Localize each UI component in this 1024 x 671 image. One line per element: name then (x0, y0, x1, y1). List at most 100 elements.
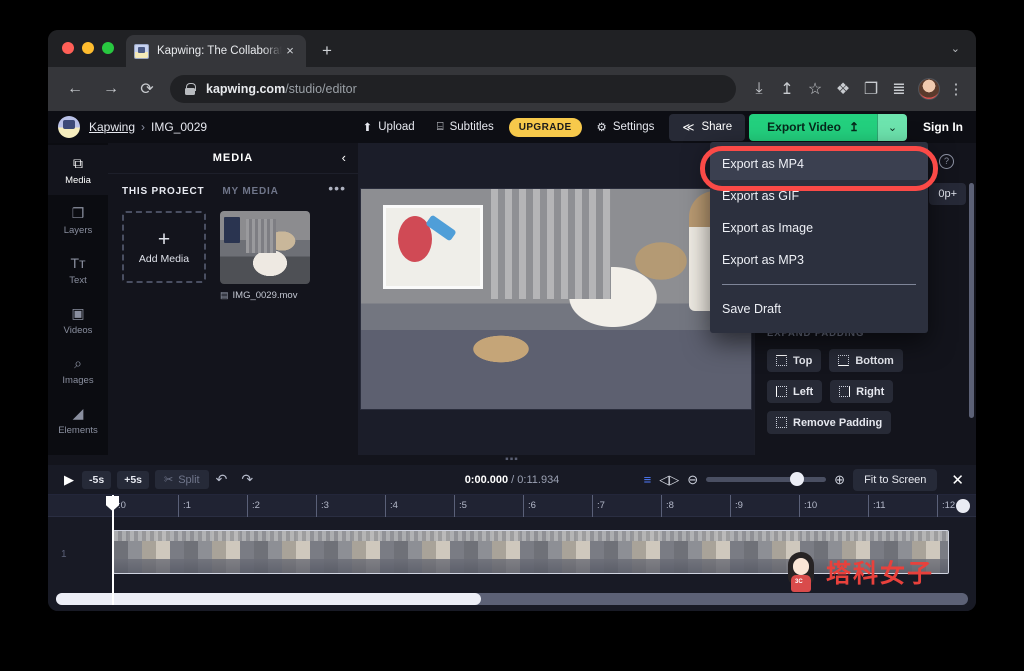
padding-top-button[interactable]: Top (767, 349, 822, 372)
menu-item-save-draft[interactable]: Save Draft (710, 293, 928, 325)
menu-item-export-mp3[interactable]: Export as MP3 (710, 244, 928, 276)
padding-left-icon (776, 386, 787, 397)
ruler-tick: :3 (316, 495, 329, 517)
new-tab-button[interactable]: + (316, 40, 338, 62)
settings-button[interactable]: ⚙ Settings (586, 111, 666, 143)
timeline-horizontal-scrollbar[interactable] (56, 593, 968, 605)
kapwing-logo-icon[interactable] (58, 116, 80, 138)
cast-icon[interactable]: ❐ (858, 76, 884, 102)
breadcrumb-home-link[interactable]: Kapwing (89, 120, 135, 134)
watermark-face (792, 558, 809, 575)
canvas-poster-decor (383, 205, 483, 289)
avatar[interactable] (918, 78, 940, 100)
help-icon[interactable]: ? (939, 154, 954, 169)
padding-bottom-icon (838, 355, 850, 366)
sidebar-item-text[interactable]: Tᴛ Text (48, 245, 108, 295)
playhead-line (112, 495, 114, 605)
media-filename: ▤ IMG_0029.mov (220, 290, 310, 301)
breadcrumb-project-name[interactable]: IMG_0029 (151, 120, 207, 134)
back-icon[interactable]: ← (60, 74, 90, 104)
media-item[interactable]: ▤ IMG_0029.mov (220, 211, 310, 301)
close-window-button[interactable] (62, 42, 74, 54)
tab-this-project[interactable]: THIS PROJECT (122, 186, 204, 197)
timeline-ruler[interactable]: :0 :1 :2 :3 :4 :5 :6 :7 :8 :9 :10 :11 :1… (48, 495, 976, 517)
extensions-puzzle-icon[interactable]: ❖ (830, 76, 856, 102)
timeline-end-handle[interactable] (956, 499, 970, 513)
chevron-down-icon[interactable]: ⌄ (951, 42, 960, 55)
maximize-window-button[interactable] (102, 42, 114, 54)
layers-icon: ❐ (71, 204, 85, 221)
menu-item-export-gif[interactable]: Export as GIF (710, 180, 928, 212)
current-time: 0:00.000 (464, 473, 509, 486)
reload-icon[interactable]: ⟳ (132, 74, 162, 104)
padding-right-button[interactable]: Right (830, 380, 894, 403)
zoom-in-icon[interactable]: ⊕ (834, 472, 845, 488)
zoom-slider-thumb[interactable] (790, 472, 805, 486)
media-filename-text: IMG_0029.mov (232, 290, 298, 301)
sidebar-item-layers[interactable]: ❐ Layers (48, 195, 108, 245)
watermark: 塔科女子 (784, 552, 934, 592)
media-list-icon[interactable]: ≣ (886, 76, 912, 102)
subtitles-button[interactable]: ⌸ Subtitles (426, 111, 505, 143)
forward-5s-button[interactable]: +5s (117, 470, 149, 489)
video-preview-area[interactable] (358, 143, 754, 455)
chevron-left-icon[interactable]: ‹ (342, 150, 346, 165)
bookmark-star-icon[interactable]: ☆ (802, 76, 828, 102)
menu-item-export-image[interactable]: Export as Image (710, 212, 928, 244)
share-icon[interactable]: ↥ (774, 76, 800, 102)
tab-my-media[interactable]: MY MEDIA (222, 186, 278, 197)
sign-in-button[interactable]: Sign In (907, 120, 976, 134)
share-button[interactable]: ≪ Share (669, 113, 746, 141)
add-media-button[interactable]: + Add Media (122, 211, 206, 283)
elements-icon: ◢ (72, 404, 84, 421)
sidebar-item-videos[interactable]: ▣ Videos (48, 295, 108, 345)
properties-panel-scrollbar[interactable] (969, 183, 974, 418)
sidebar-item-images[interactable]: ⌕ Images (48, 345, 108, 395)
padding-left-button[interactable]: Left (767, 380, 823, 403)
fit-to-screen-button[interactable]: Fit to Screen (853, 468, 938, 491)
plus-icon: + (157, 228, 171, 251)
padding-bottom-label: Bottom (855, 354, 894, 367)
menu-item-export-mp4[interactable]: Export as MP4 (710, 148, 928, 180)
browser-tab[interactable]: Kapwing: The Collaborative On × (126, 35, 306, 67)
redo-icon[interactable]: ↷ (234, 471, 260, 488)
sidebar-item-elements[interactable]: ◢ Elements (48, 395, 108, 445)
share-label: Share (701, 121, 733, 133)
close-icon[interactable]: ✕ (945, 471, 966, 489)
split-view-icon[interactable]: ◁▷ (659, 472, 679, 488)
export-video-button[interactable]: Export Video ↥ (749, 113, 877, 141)
media-panel: MEDIA ‹ THIS PROJECT MY MEDIA ••• + Add … (108, 143, 358, 455)
remove-padding-button[interactable]: Remove Padding (767, 411, 892, 434)
ruler-tick: :12 (937, 495, 955, 517)
scissors-icon: ✂ (164, 474, 174, 486)
padding-bottom-button[interactable]: Bottom (829, 349, 903, 372)
more-options-icon[interactable]: ••• (328, 180, 346, 196)
upgrade-button[interactable]: UPGRADE (508, 117, 582, 137)
export-dropdown-toggle[interactable]: ⌄ (877, 113, 907, 141)
panel-resize-handle[interactable]: ▪▪▪ (48, 455, 976, 465)
upload-button[interactable]: ⬆ Upload (352, 111, 426, 143)
sidebar-item-media[interactable]: ⧉ Media (48, 145, 108, 195)
browser-menu-icon[interactable]: ⋮ (944, 80, 968, 98)
downloads-icon[interactable]: ⤓ (746, 76, 772, 102)
undo-icon[interactable]: ↶ (209, 471, 235, 488)
address-bar[interactable]: kapwing.com/studio/editor (170, 75, 736, 103)
minimize-window-button[interactable] (82, 42, 94, 54)
media-thumbnail[interactable] (220, 211, 310, 284)
export-quality-chip[interactable]: 0p+ (929, 183, 966, 205)
split-button[interactable]: ✂ Split (155, 470, 209, 489)
padding-right-icon (839, 386, 851, 397)
watermark-text: 塔科女子 (825, 559, 934, 588)
forward-icon[interactable]: → (96, 74, 126, 104)
video-canvas[interactable] (360, 188, 752, 410)
snap-magnet-icon[interactable]: ≡ (644, 472, 652, 487)
videos-icon: ▣ (71, 304, 85, 321)
padding-top-icon (776, 355, 787, 366)
back-5s-button[interactable]: -5s (82, 470, 112, 489)
close-tab-icon[interactable]: × (282, 43, 298, 59)
timeline-scrollbar-thumb[interactable] (56, 593, 481, 605)
zoom-slider[interactable] (706, 472, 827, 486)
play-button[interactable]: ▶ (58, 472, 82, 488)
ruler-tick: :7 (592, 495, 605, 517)
zoom-out-icon[interactable]: ⊖ (687, 472, 698, 488)
